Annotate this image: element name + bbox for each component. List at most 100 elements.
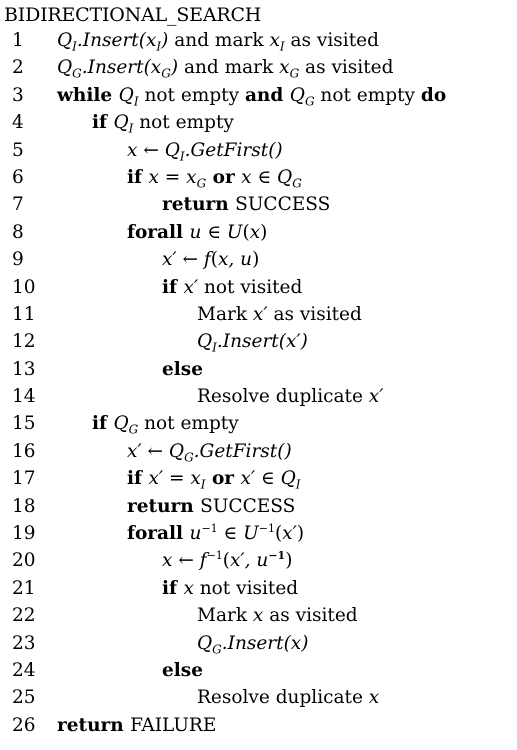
code-token: if [92, 112, 114, 134]
code-token: .GetFirst() [193, 440, 292, 462]
code-token: x [190, 468, 201, 490]
code-token: G [128, 423, 139, 438]
line-number: 14 [12, 386, 36, 408]
code-token: x [249, 221, 261, 243]
code-token: SUCCESS [235, 194, 331, 216]
code-token: U [226, 221, 243, 243]
code-token: ) [260, 221, 268, 243]
code-token: ) [252, 249, 260, 271]
line-number: 18 [12, 495, 36, 517]
code-token: G [292, 176, 302, 191]
code-token: Mark [197, 303, 253, 325]
code-token: and [244, 84, 290, 106]
line-code: Resolve duplicate x [197, 684, 379, 711]
code-line: 18 return SUCCESS [4, 493, 514, 520]
line-code: return SUCCESS [127, 493, 295, 520]
code-line: 14 Resolve duplicate x′ [4, 383, 514, 410]
code-token: G [161, 67, 171, 82]
code-token: ∈ [255, 468, 281, 490]
code-token: x, u [217, 249, 253, 271]
code-token: −1 [201, 521, 218, 535]
code-token: x [183, 577, 194, 599]
line-number: 25 [12, 687, 36, 709]
line-number: 3 [12, 84, 24, 106]
code-token: ← [137, 139, 165, 161]
code-token: not empty [138, 413, 239, 435]
code-token: Q [289, 84, 305, 106]
code-token: Q [113, 413, 129, 435]
line-number: 8 [12, 221, 24, 243]
code-line: 4 if QI not empty [4, 109, 514, 136]
code-token: as visited [299, 57, 394, 79]
code-token: x′ [127, 440, 142, 462]
line-number: 13 [12, 358, 36, 380]
code-token: not visited [193, 577, 299, 599]
line-number: 5 [12, 139, 24, 161]
code-line: 19 forall u−1 ∈ U−1(x′) [4, 520, 514, 547]
code-token: while [57, 84, 119, 106]
code-token: G [304, 94, 315, 109]
line-number: 6 [12, 166, 24, 188]
code-token: −1 [206, 549, 223, 563]
code-token: else [162, 358, 203, 380]
code-token: x [269, 30, 280, 51]
line-code: return SUCCESS [162, 191, 330, 218]
line-number: 7 [12, 194, 24, 216]
code-token: G [289, 67, 300, 82]
code-line: 13 else [4, 356, 514, 383]
line-code: QI.Insert(x′) [197, 328, 308, 355]
code-token: x [279, 57, 290, 79]
code-token: −1 [268, 549, 286, 563]
code-line: 11 Mark x′ as visited [4, 301, 514, 328]
code-line: 2 QG.Insert(xG) and mark xG as visited [4, 54, 514, 81]
line-code: if x not visited [162, 575, 298, 602]
code-token: FAILURE [130, 714, 217, 736]
code-token: Resolve duplicate [197, 687, 369, 709]
code-token: or [205, 468, 241, 490]
line-code: if x′ = xI or x′ ∈ QI [127, 465, 301, 492]
code-token: or [206, 166, 242, 188]
code-token: Q [280, 468, 296, 490]
code-token: as visited [267, 303, 362, 325]
line-number: 4 [12, 112, 24, 134]
code-token: I [295, 477, 301, 492]
code-token: x [368, 687, 380, 709]
code-token: ) [296, 523, 305, 545]
code-line: 26 return FAILURE [4, 712, 514, 739]
code-token: x [127, 139, 138, 161]
code-token: else [162, 659, 203, 681]
code-token: ( [242, 221, 250, 243]
code-line: 21 if x not visited [4, 575, 514, 602]
code-token: Resolve duplicate [197, 386, 369, 408]
line-code: Mark x′ as visited [197, 301, 362, 328]
code-token: return [57, 714, 131, 736]
line-code: QG.Insert(xG) and mark xG as visited [57, 54, 393, 81]
code-token: if [162, 276, 184, 298]
code-token: ∈ [217, 523, 244, 545]
line-code: Resolve duplicate x′ [197, 383, 383, 410]
line-code: while QI not empty and QG not empty do [57, 82, 446, 109]
line-code: else [162, 657, 203, 684]
code-token: as visited [263, 605, 358, 627]
code-line: 3 while QI not empty and QG not empty do [4, 82, 514, 109]
code-token: forall [127, 523, 190, 545]
code-token: Q [277, 166, 293, 188]
algorithm-listing: BIDIRECTIONAL_SEARCH 1 QI.Insert(xI) and … [4, 4, 514, 739]
code-line: 5 x ← QI.GetFirst() [4, 137, 514, 164]
code-token: f [199, 550, 207, 572]
code-token: u [189, 221, 202, 243]
code-line: 9 x′ ← f(x, u) [4, 246, 514, 273]
code-token: f [203, 249, 211, 271]
code-token: Q [197, 331, 213, 353]
line-number: 1 [12, 30, 24, 51]
algorithm-title: BIDIRECTIONAL_SEARCH [4, 4, 262, 26]
code-token: x [148, 166, 159, 188]
code-token: G [184, 450, 194, 465]
line-code: x ← f−1(x′, u−1) [162, 547, 292, 574]
line-code: x ← QI.GetFirst() [127, 137, 283, 164]
code-token: x [241, 166, 252, 188]
line-number: 2 [12, 57, 24, 79]
code-token: −1 [258, 521, 275, 535]
code-line: 22 Mark x as visited [4, 602, 514, 629]
code-token: = [158, 166, 187, 188]
